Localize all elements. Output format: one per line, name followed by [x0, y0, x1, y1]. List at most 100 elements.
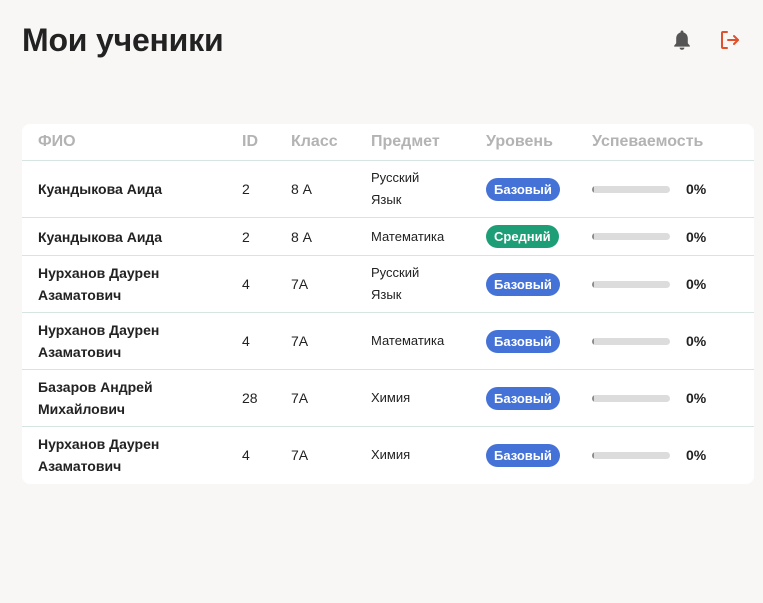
header-actions [667, 25, 745, 55]
student-class: 7А [291, 390, 309, 406]
progress-bar-fill [592, 233, 594, 240]
cell-level: Базовый [486, 255, 592, 313]
cell-level: Базовый [486, 369, 592, 427]
student-id: 4 [242, 276, 250, 292]
progress-bar-fill [592, 185, 594, 193]
cell-id: 2 [242, 217, 291, 256]
table-row[interactable]: Нурханов Даурен Азаматович 4 7А Химия Базовый… [22, 427, 754, 484]
cell-level: Базовый [486, 312, 592, 370]
cell-subject: Русский Язык [371, 255, 486, 313]
student-id: 4 [242, 333, 250, 349]
subject: Математика [371, 330, 486, 352]
column-header-level[interactable]: Уровень [486, 124, 592, 161]
progress-percent: 0% [686, 333, 707, 349]
table-body: Куандыкова Аида 2 8 А Русский Язык Базовый 0% К… [22, 160, 754, 484]
progress-percent: 0% [686, 390, 707, 406]
student-name-line2: Азаматович [38, 287, 122, 303]
cell-subject: Русский Язык [371, 160, 486, 218]
progress-bar [592, 451, 670, 459]
cell-id: 4 [242, 427, 291, 484]
column-header-progress[interactable]: Успеваемость [592, 124, 754, 161]
student-name-line1: Куандыкова Аида [38, 228, 163, 245]
subject-line2: Язык [371, 192, 402, 207]
cell-progress: 0% [592, 217, 754, 256]
cell-id: 2 [242, 160, 291, 218]
student-class: 7А [291, 333, 309, 349]
table-row[interactable]: Куандыкова Аида 2 8 А Математика Средний 0% [22, 217, 754, 256]
column-header-id[interactable]: ID [242, 124, 291, 161]
column-header-subject[interactable]: Предмет [371, 124, 486, 161]
subject: Математика [371, 226, 486, 248]
subject-line1: Математика [371, 333, 445, 348]
student-name: Нурханов Даурен Азаматович [38, 319, 242, 363]
column-header-class[interactable]: Класс [291, 124, 371, 161]
table-row[interactable]: Нурханов Даурен Азаматович 4 7А Русский Язык Б… [22, 255, 754, 313]
column-header-name[interactable]: ФИО [22, 124, 242, 161]
subject: Русский Язык [371, 262, 486, 306]
cell-class: 7А [291, 255, 371, 313]
subject-line1: Химия [371, 447, 411, 462]
cell-level: Базовый [486, 160, 592, 218]
level-badge: Базовый [486, 272, 560, 296]
cell-progress: 0% [592, 312, 754, 370]
cell-id: 4 [242, 312, 291, 370]
progress-percent: 0% [686, 276, 707, 292]
cell-name: Куандыкова Аида [22, 160, 242, 218]
cell-name: Нурханов Даурен Азаматович [22, 255, 242, 313]
progress-percent: 0% [686, 447, 707, 463]
student-name-line2: Азаматович [38, 344, 122, 360]
table-row[interactable]: Базаров Андрей Михайлович 28 7А Химия Базовый… [22, 369, 754, 427]
progress-bar-fill [592, 337, 594, 345]
subject-line2: Язык [371, 287, 402, 302]
progress-bar [592, 280, 670, 288]
progress-bar [592, 394, 670, 402]
student-name: Нурханов Даурен Азаматович [38, 262, 242, 306]
level-badge: Базовый [486, 443, 560, 467]
cell-class: 7А [291, 427, 371, 484]
cell-subject: Химия [371, 369, 486, 427]
cell-name: Нурханов Даурен Азаматович [22, 427, 242, 484]
cell-subject: Химия [371, 427, 486, 484]
cell-name: Куандыкова Аида [22, 217, 242, 256]
student-class: 7А [291, 276, 309, 292]
students-table-card: ФИО ID Класс Предмет Уровень Успеваемость Куа… [22, 124, 754, 484]
cell-class: 8 А [291, 160, 371, 218]
progress-bar-fill [592, 280, 594, 288]
cell-name: Нурханов Даурен Азаматович [22, 312, 242, 370]
notifications-button[interactable] [667, 25, 697, 55]
cell-class: 7А [291, 369, 371, 427]
progress-bar-fill [592, 451, 594, 459]
subject: Химия [371, 444, 486, 466]
cell-class: 7А [291, 312, 371, 370]
progress-percent: 0% [686, 181, 707, 197]
cell-progress: 0% [592, 427, 754, 484]
progress-percent: 0% [686, 228, 707, 245]
subject-line1: Химия [371, 390, 411, 405]
progress-indicator: 0% [592, 387, 754, 409]
cell-level: Базовый [486, 427, 592, 484]
table-row[interactable]: Нурханов Даурен Азаматович 4 7А Математика Ба… [22, 312, 754, 370]
subject-line1: Математика [371, 228, 445, 244]
progress-indicator: 0% [592, 226, 754, 248]
table-header-row: ФИО ID Класс Предмет Уровень Успеваемость [22, 124, 754, 161]
student-name-line1: Нурханов Даурен [38, 322, 160, 338]
student-name: Куандыкова Аида [38, 178, 242, 200]
subject: Русский Язык [371, 167, 486, 211]
student-id: 2 [242, 181, 250, 197]
table-row[interactable]: Куандыкова Аида 2 8 А Русский Язык Базовый 0% [22, 160, 754, 218]
student-name-line1: Базаров Андрей [38, 379, 153, 395]
progress-bar [592, 337, 670, 345]
cell-id: 28 [242, 369, 291, 427]
progress-bar-fill [592, 394, 594, 402]
student-id: 2 [242, 228, 250, 245]
cell-name: Базаров Андрей Михайлович [22, 369, 242, 427]
progress-bar [592, 233, 670, 240]
cell-progress: 0% [592, 369, 754, 427]
subject: Химия [371, 387, 486, 409]
logout-button[interactable] [715, 25, 745, 55]
student-class: 8 А [291, 181, 313, 197]
subject-line1: Русский [371, 265, 420, 280]
progress-indicator: 0% [592, 330, 754, 352]
student-name-line1: Нурханов Даурен [38, 436, 160, 452]
cell-progress: 0% [592, 160, 754, 218]
